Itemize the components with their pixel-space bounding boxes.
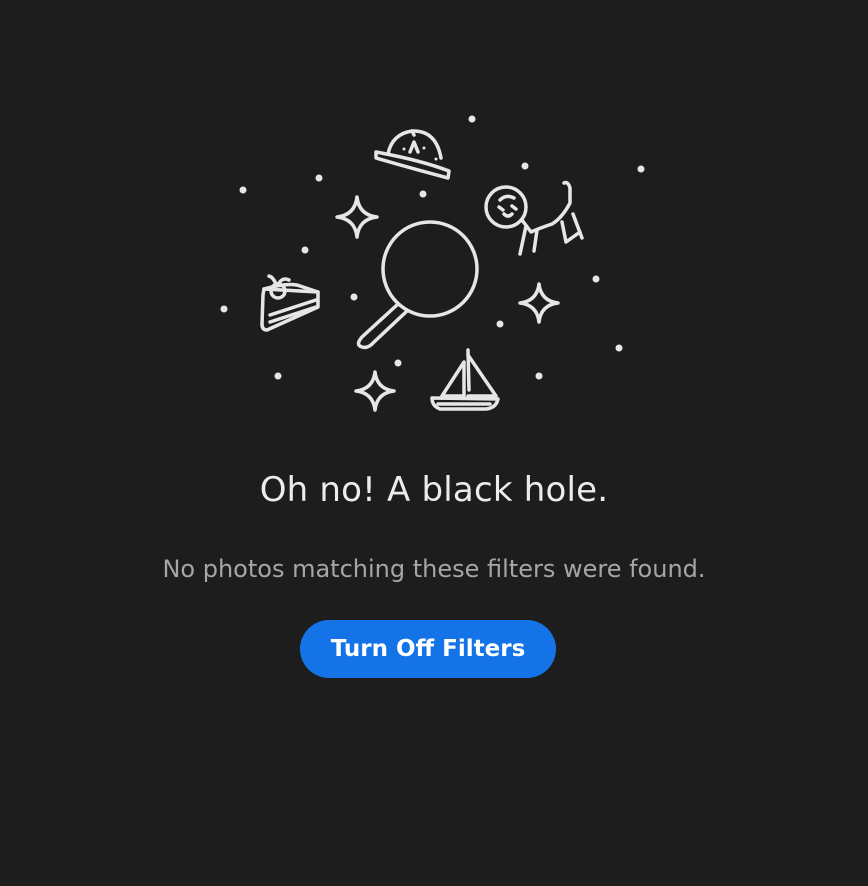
sparkle-icon	[518, 282, 560, 324]
cake-slice-icon	[260, 274, 320, 332]
sparkle-icon	[335, 195, 379, 239]
empty-state-screen: Oh no! A black hole. No photos matching …	[0, 0, 868, 886]
empty-state-message: No photos matching these filters were fo…	[162, 555, 706, 583]
empty-state-title: Oh no! A black hole.	[259, 470, 609, 510]
magnifier-icon	[356, 220, 479, 350]
sparkle-icon	[354, 370, 396, 412]
black-hole-illustration	[0, 0, 868, 440]
turn-off-filters-button[interactable]: Turn Off Filters	[300, 620, 556, 678]
star-dot-icon	[220, 115, 645, 380]
astronaut-dog-icon	[484, 180, 584, 256]
sailboat-icon	[430, 348, 500, 411]
ufo-icon	[374, 129, 451, 180]
